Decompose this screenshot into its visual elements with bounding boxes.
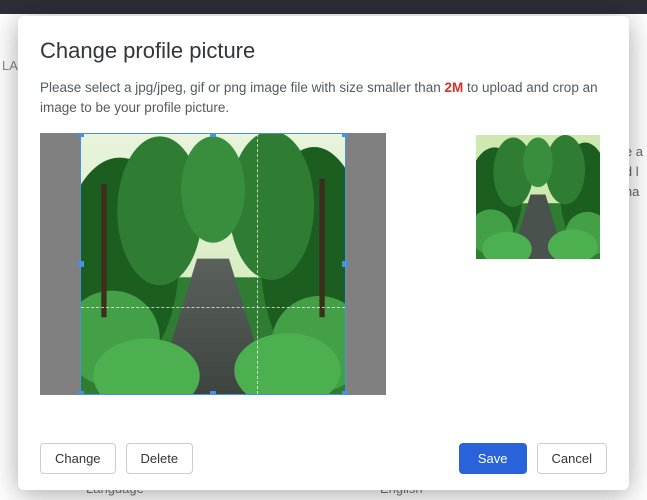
crop-gridline-h bbox=[81, 307, 345, 308]
crop-handle-ne[interactable] bbox=[342, 133, 348, 137]
crop-gridline-v bbox=[257, 134, 258, 394]
modal-title: Change profile picture bbox=[40, 38, 607, 64]
crop-handle-sw[interactable] bbox=[78, 391, 84, 395]
instruction-text: Please select a jpg/jpeg, gif or png ima… bbox=[40, 80, 444, 95]
crop-handle-e[interactable] bbox=[342, 261, 348, 267]
preview-image bbox=[476, 135, 600, 259]
save-button[interactable]: Save bbox=[459, 443, 527, 474]
crop-handle-se[interactable] bbox=[342, 391, 348, 395]
image-edit-area bbox=[40, 133, 607, 430]
change-profile-picture-modal: Change profile picture Please select a j… bbox=[18, 16, 629, 490]
crop-handle-s[interactable] bbox=[210, 391, 216, 395]
cancel-button[interactable]: Cancel bbox=[537, 443, 607, 474]
crop-preview bbox=[476, 135, 600, 259]
change-button[interactable]: Change bbox=[40, 443, 116, 474]
size-limit: 2M bbox=[444, 80, 463, 95]
crop-handle-nw[interactable] bbox=[78, 133, 84, 137]
crop-selection[interactable] bbox=[80, 133, 346, 395]
image-cropper[interactable] bbox=[40, 133, 386, 395]
delete-button[interactable]: Delete bbox=[126, 443, 194, 474]
crop-handle-w[interactable] bbox=[78, 261, 84, 267]
bg-text: LA bbox=[2, 58, 18, 73]
modal-footer: Change Delete Save Cancel bbox=[40, 443, 607, 474]
crop-handle-n[interactable] bbox=[210, 133, 216, 137]
modal-instruction: Please select a jpg/jpeg, gif or png ima… bbox=[40, 78, 607, 119]
